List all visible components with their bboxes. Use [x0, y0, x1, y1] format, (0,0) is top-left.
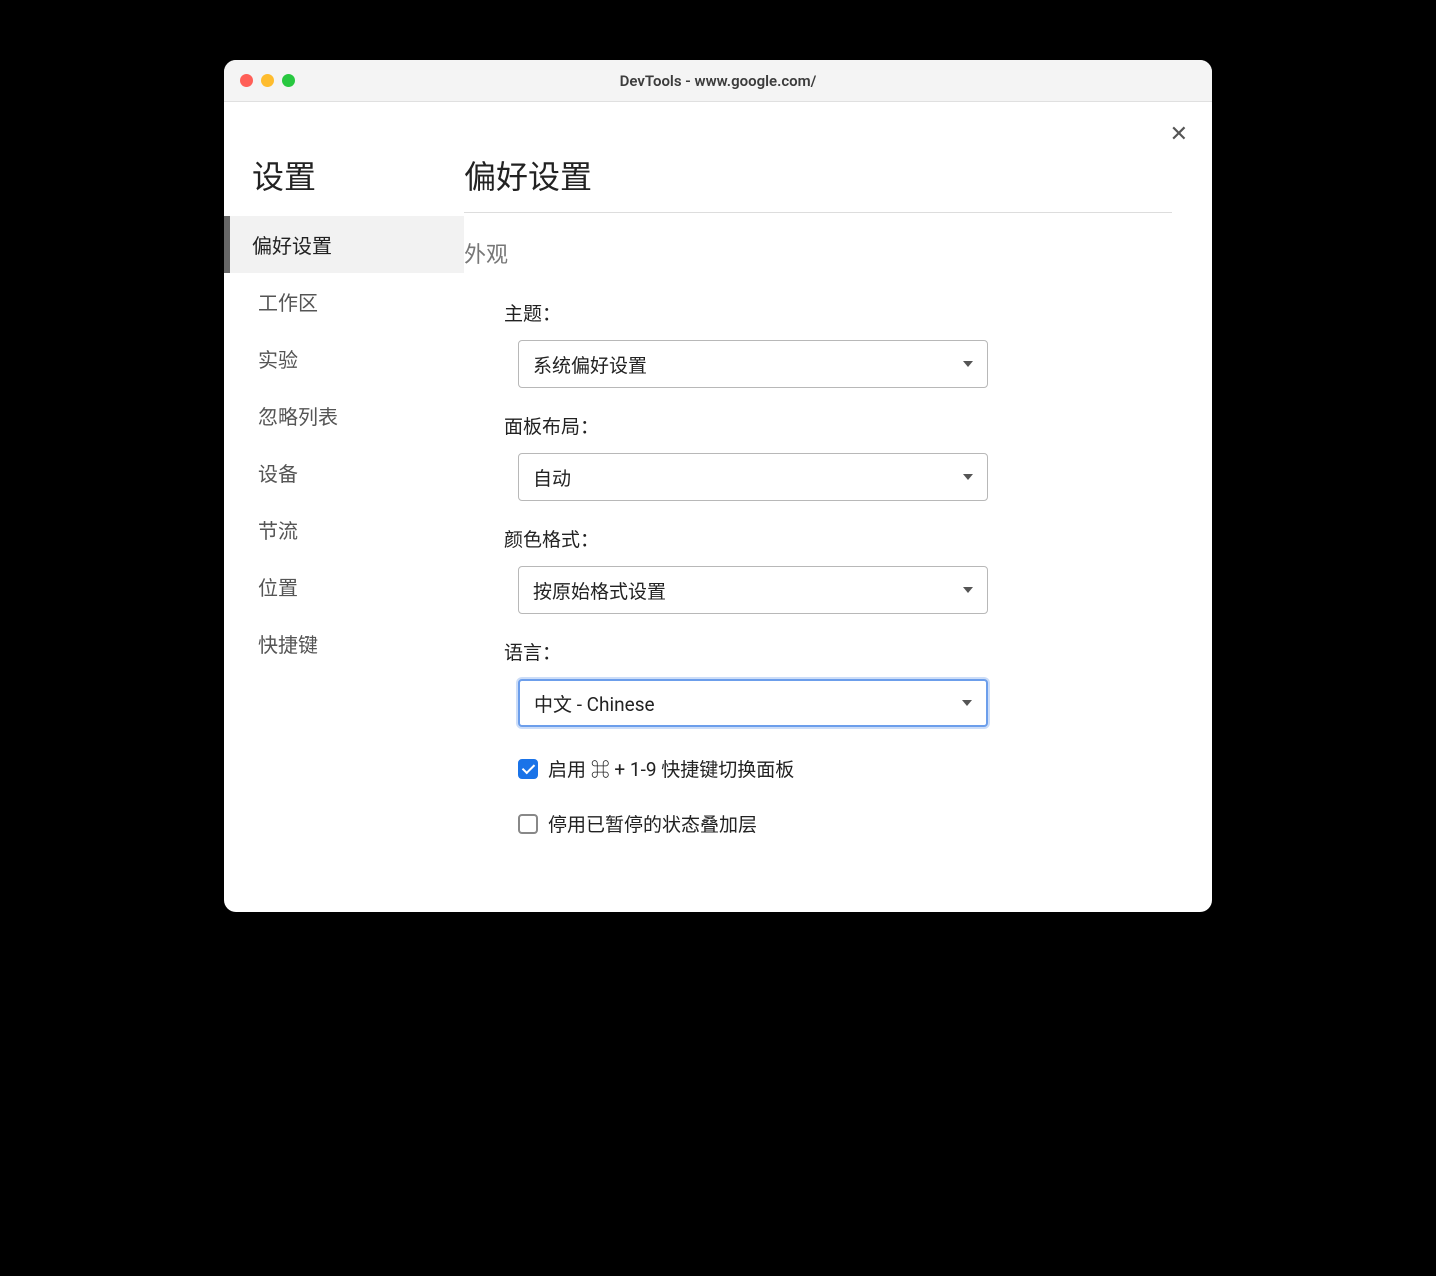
section-appearance-title: 外观 [464, 237, 1172, 269]
panel-layout-label: 面板布局： [504, 412, 1172, 439]
traffic-lights [224, 74, 295, 87]
window-maximize-button[interactable] [282, 74, 295, 87]
titlebar: DevTools - www.google.com/ [224, 60, 1212, 102]
language-label: 语言： [504, 638, 1172, 665]
settings-main-panel: 偏好设置 外观 主题： 系统偏好设置 面板布局： 自动 颜色格式： 按 [464, 102, 1212, 912]
settings-sidebar: 设置 偏好设置 工作区 实验 忽略列表 设备 节流 位置 快捷键 [224, 102, 464, 912]
sidebar-item-throttling[interactable]: 节流 [224, 501, 464, 558]
settings-content: ✕ 设置 偏好设置 工作区 实验 忽略列表 设备 节流 位置 快捷键 偏好设置 … [224, 102, 1212, 912]
sidebar-item-experiments[interactable]: 实验 [224, 330, 464, 387]
chevron-down-icon [963, 361, 973, 367]
sidebar-item-ignorelist[interactable]: 忽略列表 [224, 387, 464, 444]
sidebar-item-preferences[interactable]: 偏好设置 [224, 216, 464, 273]
theme-label: 主题： [504, 299, 1172, 326]
enable-shortcut-checkbox[interactable] [518, 759, 538, 779]
disable-overlay-checkbox[interactable] [518, 814, 538, 834]
sidebar-item-shortcuts[interactable]: 快捷键 [224, 615, 464, 672]
close-icon[interactable]: ✕ [1170, 124, 1188, 146]
color-format-field: 颜色格式： 按原始格式设置 [464, 525, 1172, 614]
enable-shortcut-row[interactable]: 启用 ⌘ + 1-9 快捷键切换面板 [464, 755, 1172, 782]
sidebar-item-locations[interactable]: 位置 [224, 558, 464, 615]
theme-field: 主题： 系统偏好设置 [464, 299, 1172, 388]
chevron-down-icon [963, 587, 973, 593]
sidebar-title: 设置 [224, 152, 464, 216]
window-title: DevTools - www.google.com/ [224, 72, 1212, 90]
chevron-down-icon [962, 700, 972, 706]
disable-overlay-label: 停用已暂停的状态叠加层 [548, 810, 757, 837]
theme-select[interactable]: 系统偏好设置 [518, 340, 988, 388]
disable-overlay-row[interactable]: 停用已暂停的状态叠加层 [464, 810, 1172, 837]
language-select[interactable]: 中文 - Chinese [518, 679, 988, 727]
enable-shortcut-label: 启用 ⌘ + 1-9 快捷键切换面板 [548, 755, 794, 782]
theme-value: 系统偏好设置 [533, 351, 647, 378]
color-format-value: 按原始格式设置 [533, 577, 666, 604]
color-format-select[interactable]: 按原始格式设置 [518, 566, 988, 614]
devtools-settings-window: DevTools - www.google.com/ ✕ 设置 偏好设置 工作区… [224, 60, 1212, 912]
sidebar-item-workspace[interactable]: 工作区 [224, 273, 464, 330]
panel-layout-field: 面板布局： 自动 [464, 412, 1172, 501]
chevron-down-icon [963, 474, 973, 480]
sidebar-item-devices[interactable]: 设备 [224, 444, 464, 501]
language-field: 语言： 中文 - Chinese [464, 638, 1172, 727]
window-minimize-button[interactable] [261, 74, 274, 87]
panel-layout-value: 自动 [533, 464, 571, 491]
page-title: 偏好设置 [464, 152, 1172, 213]
color-format-label: 颜色格式： [504, 525, 1172, 552]
language-value: 中文 - Chinese [534, 690, 655, 717]
window-close-button[interactable] [240, 74, 253, 87]
panel-layout-select[interactable]: 自动 [518, 453, 988, 501]
